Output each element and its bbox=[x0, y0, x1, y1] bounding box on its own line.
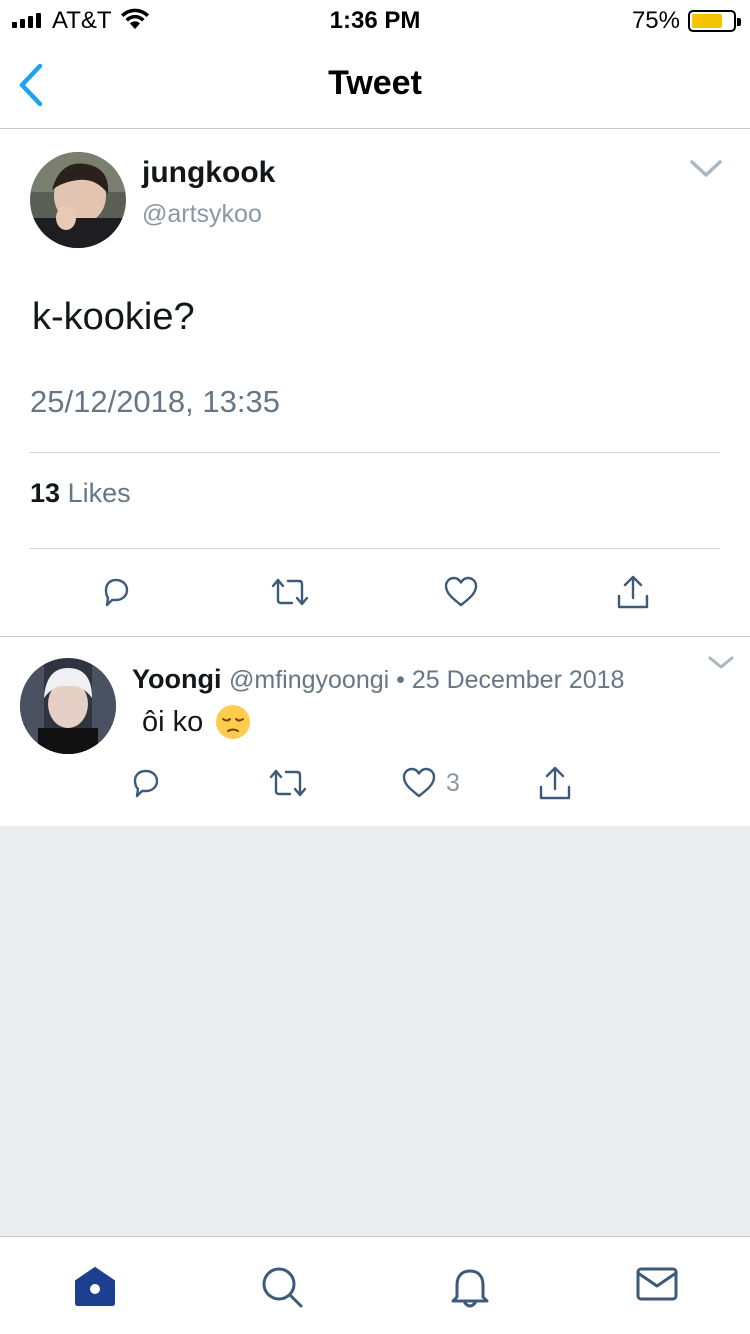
share-button[interactable] bbox=[616, 574, 650, 610]
avatar[interactable] bbox=[30, 152, 126, 248]
divider bbox=[30, 452, 720, 453]
share-icon bbox=[539, 766, 571, 800]
reply-like-count: 3 bbox=[446, 768, 460, 797]
user-handle[interactable]: @artsykoo bbox=[142, 200, 262, 229]
reply-text: ôi ko bbox=[142, 705, 204, 738]
likes-count: 13 bbox=[30, 478, 61, 508]
reply-display-name[interactable]: Yoongi bbox=[132, 664, 221, 694]
reply-header: Yoongi @mfingyoongi • 25 December 2018 bbox=[132, 664, 624, 695]
tweet-text: k-kookie? bbox=[32, 296, 195, 338]
tab-bar bbox=[0, 1236, 750, 1334]
reply-like-button[interactable]: 3 bbox=[402, 767, 460, 799]
display-name[interactable]: jungkook bbox=[142, 156, 275, 190]
reply-icon bbox=[104, 578, 129, 607]
reply-icon bbox=[133, 769, 159, 798]
divider bbox=[30, 548, 720, 549]
like-button[interactable] bbox=[444, 576, 478, 608]
tweet-timestamp: 25/12/2018, 13:35 bbox=[30, 384, 280, 419]
bell-icon[interactable] bbox=[448, 1265, 492, 1309]
heart-icon bbox=[444, 576, 478, 607]
reply-reply-button[interactable] bbox=[130, 767, 162, 799]
reply-avatar[interactable] bbox=[20, 658, 116, 754]
share-icon bbox=[617, 575, 649, 609]
home-icon[interactable] bbox=[72, 1265, 118, 1307]
chevron-down-icon[interactable] bbox=[690, 160, 722, 178]
reply-share-button[interactable] bbox=[538, 765, 572, 801]
search-icon[interactable] bbox=[260, 1265, 304, 1309]
battery-icon bbox=[688, 10, 741, 32]
battery-percent: 75% bbox=[631, 7, 680, 34]
reply-retweet-button[interactable] bbox=[268, 767, 308, 799]
page-title: Tweet bbox=[328, 64, 422, 102]
navigation-bar: Tweet bbox=[0, 40, 750, 129]
retweet-icon bbox=[269, 769, 307, 797]
likes-label: Likes bbox=[67, 478, 131, 508]
reply-handle-date: @mfingyoongi • 25 December 2018 bbox=[229, 666, 625, 694]
likes-summary[interactable]: 13 Likes bbox=[30, 478, 131, 509]
retweet-button[interactable] bbox=[270, 576, 310, 608]
empty-background bbox=[0, 826, 750, 1236]
reply-text-row: ôi ko bbox=[142, 704, 251, 740]
status-bar: AT&T 1:36 PM 75% bbox=[0, 0, 750, 40]
section-separator bbox=[0, 636, 750, 637]
heart-icon bbox=[402, 767, 436, 798]
reply-button[interactable] bbox=[100, 576, 132, 608]
retweet-icon bbox=[271, 578, 309, 606]
mail-icon[interactable] bbox=[636, 1265, 678, 1303]
reply-chevron-down-icon[interactable] bbox=[708, 656, 734, 670]
pensive-face-emoji bbox=[216, 705, 251, 739]
